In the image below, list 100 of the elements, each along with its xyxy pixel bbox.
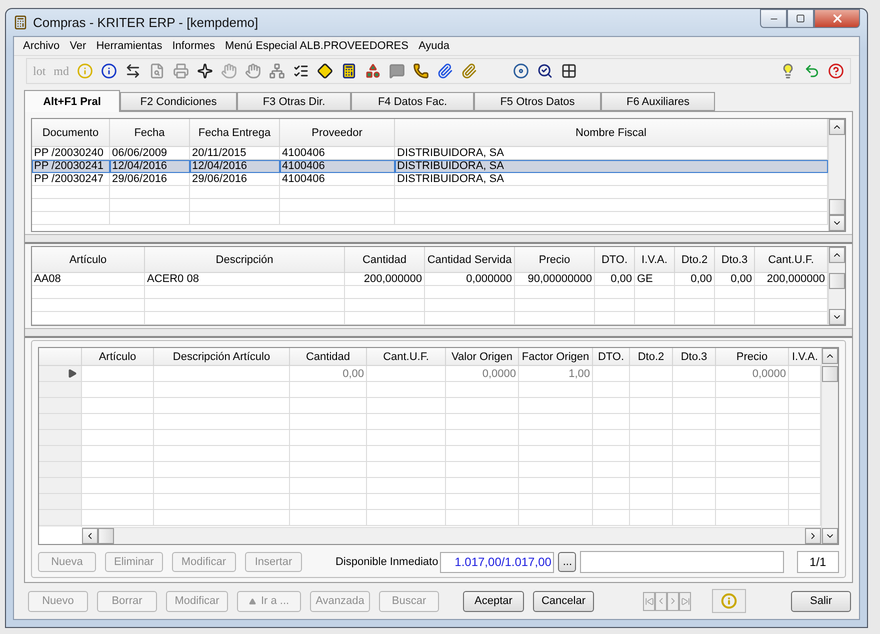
speech-bubble-icon[interactable]: [389, 63, 406, 79]
scroll-up-button[interactable]: [829, 247, 845, 263]
calculator-icon[interactable]: [341, 63, 358, 79]
column-header[interactable]: Valor Origen: [446, 348, 519, 366]
scroll-thumb[interactable]: [822, 366, 838, 382]
tab[interactable]: F3 Otras Dir.: [237, 92, 351, 111]
diamond-icon[interactable]: [317, 63, 334, 79]
column-header[interactable]: Dto.3: [673, 348, 716, 366]
scrollbar[interactable]: [821, 348, 838, 544]
hierarchy-icon[interactable]: [269, 63, 286, 79]
maximize-button[interactable]: [787, 9, 814, 28]
horizontal-scrollbar[interactable]: [82, 527, 821, 544]
column-header[interactable]: Cantidad Servida: [425, 247, 515, 273]
close-icon[interactable]: [830, 12, 844, 25]
action-button[interactable]: Cancelar: [533, 590, 594, 612]
paperclip-icon[interactable]: [437, 63, 454, 79]
menu-item[interactable]: Herramientas: [91, 40, 168, 52]
close-button[interactable]: [814, 9, 860, 28]
action-button[interactable]: Aceptar: [463, 590, 524, 612]
tab[interactable]: F2 Condiciones: [120, 92, 237, 111]
first-icon[interactable]: [644, 596, 654, 606]
minimize-button[interactable]: [760, 9, 787, 28]
column-header[interactable]: Factor Origen: [519, 348, 593, 366]
tab[interactable]: F4 Datos Fac.: [351, 92, 474, 111]
first-record-button[interactable]: [643, 592, 655, 610]
column-header[interactable]: Cantidad: [290, 348, 367, 366]
column-header[interactable]: Descripción: [145, 247, 345, 273]
printer-icon[interactable]: [173, 63, 190, 79]
menu-item[interactable]: Archivo: [18, 40, 65, 52]
info-icon[interactable]: [101, 63, 118, 79]
magnifier-icon[interactable]: [537, 63, 554, 79]
undo-icon[interactable]: [804, 63, 820, 79]
column-header[interactable]: Precio: [515, 247, 595, 273]
star-icon[interactable]: [197, 63, 214, 79]
checklist-icon[interactable]: [293, 63, 310, 79]
column-header[interactable]: Dto.2: [630, 348, 673, 366]
tab[interactable]: Alt+F1 Pral: [24, 90, 120, 112]
tab[interactable]: F5 Otros Datos: [474, 92, 601, 111]
page-field[interactable]: 1/1: [796, 551, 839, 573]
hand-icon[interactable]: [221, 63, 238, 79]
table-cell: [630, 398, 673, 414]
last-record-button[interactable]: [679, 592, 691, 610]
scroll-up-button[interactable]: [822, 348, 838, 364]
menu-item[interactable]: Ayuda: [413, 40, 454, 52]
column-header[interactable]: Precio: [716, 348, 789, 366]
table-cell: [789, 366, 821, 382]
grid-icon[interactable]: [561, 63, 578, 79]
hand-icon[interactable]: [245, 63, 262, 79]
arrows-icon[interactable]: [125, 63, 142, 79]
tab[interactable]: F6 Auxiliares: [601, 92, 715, 111]
table-cell: [593, 446, 630, 462]
scrollbar[interactable]: [828, 119, 845, 231]
column-header[interactable]: Proveedor: [280, 119, 395, 147]
column-header[interactable]: Nombre Fiscal: [395, 119, 828, 147]
table-cell: 200,000000: [345, 273, 425, 286]
column-header[interactable]: I.V.A.: [789, 348, 821, 366]
shapes-icon[interactable]: [365, 63, 382, 79]
scroll-thumb[interactable]: [829, 199, 845, 215]
scroll-up-button[interactable]: [829, 119, 845, 135]
phone-icon[interactable]: [413, 63, 430, 79]
maximize-icon[interactable]: [796, 14, 805, 23]
help-icon[interactable]: [828, 63, 844, 79]
column-header[interactable]: Artículo: [82, 348, 154, 366]
scrollbar[interactable]: [828, 247, 845, 325]
menu-item[interactable]: Ver: [64, 40, 92, 52]
menu-item[interactable]: Informes: [167, 40, 220, 52]
info-button[interactable]: [712, 589, 746, 613]
menu-item[interactable]: Menú Especial ALB.PROVEEDORES: [220, 40, 414, 52]
column-header[interactable]: Documento: [32, 119, 110, 147]
scroll-left-button[interactable]: [82, 528, 98, 544]
column-header[interactable]: I.V.A.: [635, 247, 675, 273]
column-header[interactable]: Cant.U.F.: [367, 348, 446, 366]
previous-record-button[interactable]: [655, 592, 667, 610]
scroll-down-button[interactable]: [829, 309, 845, 325]
column-header[interactable]: Cantidad: [345, 247, 425, 273]
last-icon[interactable]: [680, 596, 690, 606]
input-field[interactable]: [580, 551, 784, 573]
column-header[interactable]: Fecha: [110, 119, 190, 147]
column-header[interactable]: Fecha Entrega: [190, 119, 280, 147]
scroll-thumb[interactable]: [98, 528, 114, 544]
column-header[interactable]: DTO.: [593, 348, 630, 366]
next-record-button[interactable]: [667, 592, 679, 610]
table-cell: [82, 414, 154, 430]
column-header[interactable]: DTO.: [595, 247, 635, 273]
document-search-icon[interactable]: [149, 63, 166, 79]
column-header[interactable]: Dto.2: [675, 247, 715, 273]
scroll-right-button[interactable]: [805, 528, 821, 544]
more-button[interactable]: ...: [558, 552, 576, 572]
paperclip-icon[interactable]: [461, 63, 478, 79]
scroll-down-button[interactable]: [829, 215, 845, 231]
column-header[interactable]: Descripción Artículo: [154, 348, 290, 366]
value-field[interactable]: 1.017,00/1.017,00: [440, 552, 554, 572]
column-header[interactable]: Dto.3: [715, 247, 755, 273]
scroll-down-button[interactable]: [822, 528, 838, 544]
table-cell: [82, 398, 154, 414]
scroll-thumb[interactable]: [829, 273, 845, 289]
exit-button[interactable]: Salir: [791, 590, 851, 612]
column-header[interactable]: Artículo: [32, 247, 145, 273]
row-header[interactable]: [39, 366, 82, 382]
column-header[interactable]: Cant.U.F.: [755, 247, 828, 273]
